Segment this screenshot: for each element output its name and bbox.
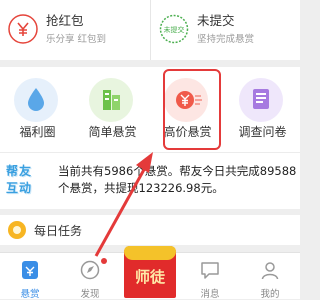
badge-line1: 帮友 [6,164,33,178]
tab-discover[interactable]: 发现 [60,253,120,300]
badge-line2: 互动 [6,181,33,195]
card-subtitle: 坚持完成悬赏 [197,34,255,45]
tab-message[interactable]: 消息 [180,253,240,300]
feature-high-price-reward[interactable]: 高价悬赏 [150,67,225,152]
top-cards: 抢红包 乐分享 红包到 未提交 未提交 坚持完成悬赏 [0,0,300,60]
card-title: 未提交 [197,13,235,28]
feature-simple-reward[interactable]: 简单悬赏 [75,67,150,152]
feature-label: 福利圈 [19,125,56,139]
tab-profile[interactable]: 我的 [240,253,300,300]
daily-task-label: 每日任务 [34,224,83,238]
unsubmitted-card[interactable]: 未提交 未提交 坚持完成悬赏 [151,0,301,60]
stamp-text: 未提交 [164,25,185,34]
profile-icon [259,259,281,281]
notification-dot [101,258,107,264]
card-subtitle: 乐分享 红包到 [46,34,107,45]
tab-reward[interactable]: 悬赏 [0,253,60,300]
coin-icon [8,221,26,239]
card-title: 抢红包 [46,13,84,28]
yen-coin-icon [164,78,208,122]
questionnaire-icon [239,78,283,122]
feature-label: 高价悬赏 [163,125,212,139]
discover-icon [79,259,101,281]
helper-interaction-badge: 帮友 互动 [6,163,44,199]
message-icon [199,259,221,281]
master-apprentice-button[interactable]: 师徒 [120,240,180,298]
feature-label: 简单悬赏 [88,125,137,139]
news-text: 当前共有5986个悬赏。帮友今日共完成89588个悬赏，共提现123226.98… [58,164,297,195]
building-icon [89,78,133,122]
gift-flap [124,246,176,260]
feature-label: 调查问卷 [238,125,287,139]
reward-icon [19,259,41,281]
feature-welfare-circle[interactable]: 福利圈 [0,67,75,152]
news-banner[interactable]: 帮友 互动 当前共有5986个悬赏。帮友今日共完成89588个悬赏，共提现123… [0,152,300,209]
feature-questionnaire[interactable]: 调查问卷 [225,67,300,152]
grab-red-envelope-card[interactable]: 抢红包 乐分享 红包到 [0,0,150,60]
red-envelope-icon [8,14,38,44]
master-label: 师徒 [134,268,165,286]
water-drop-icon [14,78,58,122]
unsubmitted-stamp-icon: 未提交 [159,14,189,44]
feature-grid: 福利圈 简单悬赏 高价悬赏 调查问卷 [0,67,300,152]
